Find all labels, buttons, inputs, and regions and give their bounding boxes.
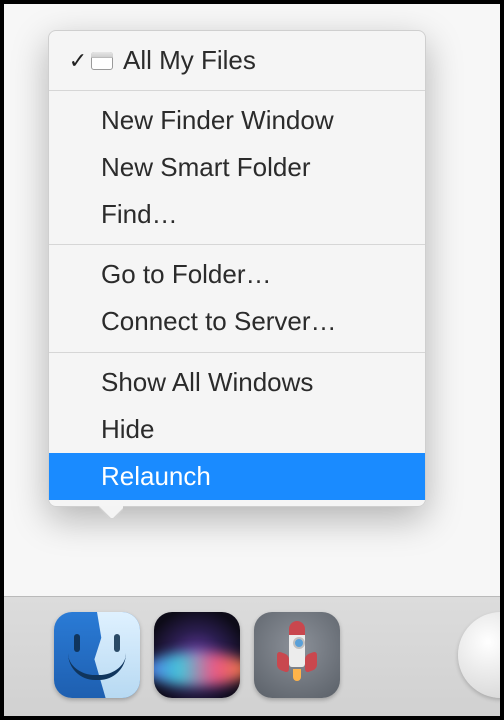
menu-item-label: Relaunch [101,459,211,494]
menu-item-all-my-files[interactable]: ✓ All My Files [49,37,425,84]
menu-item-label: Go to Folder… [101,257,272,292]
menu-item-new-finder-window[interactable]: New Finder Window [49,97,425,144]
checkmark-icon: ✓ [65,46,91,76]
menu-item-label: Hide [101,412,154,447]
menu-item-label: New Smart Folder [101,150,311,185]
menu-separator [49,90,425,91]
menu-item-label: Show All Windows [101,365,313,400]
menu-item-find[interactable]: Find… [49,191,425,238]
menu-item-label: All My Files [123,43,256,78]
menu-separator [49,244,425,245]
menu-separator [49,352,425,353]
menu-pointer-arrow-icon [99,506,123,518]
window-icon [91,52,113,70]
dock-app-siri[interactable] [154,612,240,698]
menu-item-label: New Finder Window [101,103,334,138]
menu-item-label: Find… [101,197,178,232]
rocket-icon [275,623,319,687]
dock-app-finder[interactable] [54,612,140,698]
dock-app-launchpad[interactable] [254,612,340,698]
finder-dock-context-menu: ✓ All My Files New Finder Window New Sma… [48,30,426,507]
dock-app-partial[interactable] [458,612,504,698]
menu-item-hide[interactable]: Hide [49,406,425,453]
menu-item-new-smart-folder[interactable]: New Smart Folder [49,144,425,191]
menu-item-show-all-windows[interactable]: Show All Windows [49,359,425,406]
menu-item-connect-to-server[interactable]: Connect to Server… [49,298,425,345]
dock [4,596,500,716]
menu-item-relaunch[interactable]: Relaunch [49,453,425,500]
menu-item-label: Connect to Server… [101,304,337,339]
menu-item-go-to-folder[interactable]: Go to Folder… [49,251,425,298]
